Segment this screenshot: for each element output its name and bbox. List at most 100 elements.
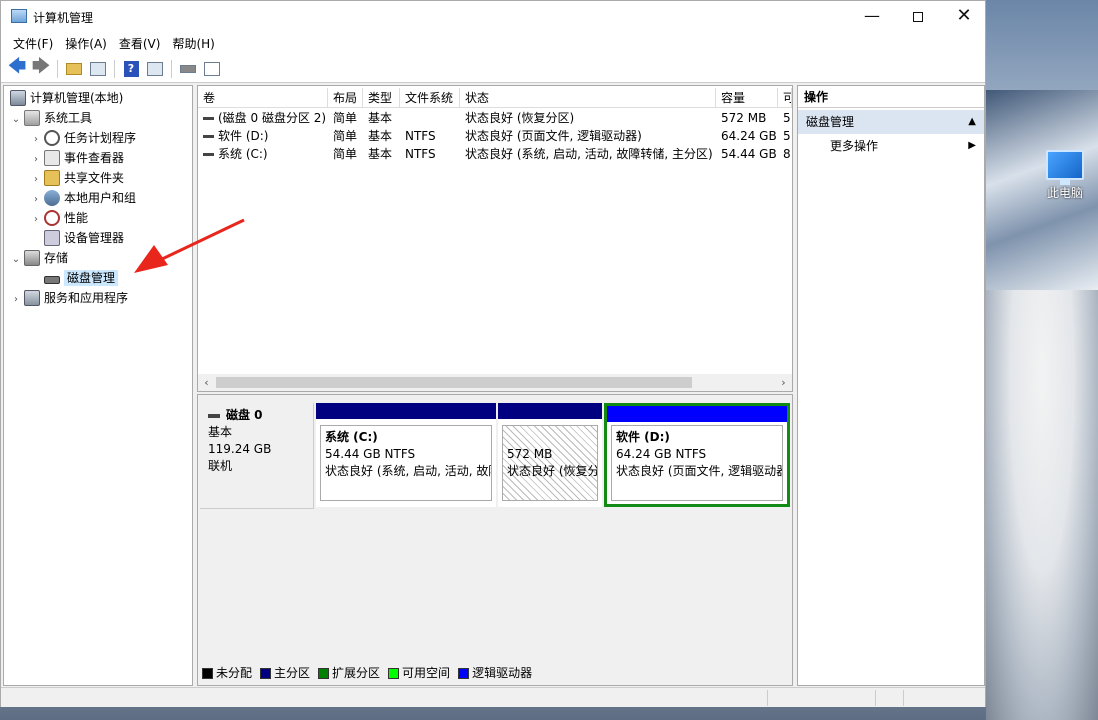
legend-swatch [318,667,330,679]
tree-item-local-users[interactable]: › 本地用户和组 [30,188,136,208]
back-button[interactable]: 🡄 [7,56,27,79]
cell-capacity: 64.24 GB [721,129,777,143]
toolbar: 🡄 🡆 ? [1,55,985,83]
cell-free: 5 [783,111,791,125]
console-tree-icon [90,61,106,76]
menu-action[interactable]: 操作(A) [59,33,113,55]
desktop-icon-label: 此电脑 [1046,186,1083,200]
tree-item-root[interactable]: 计算机管理(本地) [8,88,123,108]
column-header-free[interactable]: 可 [778,88,792,108]
folder-up-icon [66,62,82,75]
legend-swatch [458,667,470,679]
disk-0-label[interactable]: 磁盘 0 基本 119.24 GB 联机 [200,403,314,509]
show-hide-action-pane-button[interactable] [145,59,165,79]
horizontal-scrollbar[interactable]: ‹ › [198,374,792,391]
chevron-down-icon[interactable]: ⌄ [10,110,22,130]
menu-bar: 文件(F) 操作(A) 查看(V) 帮助(H) [1,33,985,55]
actions-header: 操作 [798,86,984,108]
chevron-right-icon[interactable]: › [30,170,42,190]
help-button[interactable]: ? [121,59,141,79]
menu-file[interactable]: 文件(F) [7,33,59,55]
cell-status: 状态良好 (系统, 启动, 活动, 故障转储, 主分区) [465,147,713,161]
partition-recovery[interactable]: 572 MB 状态良好 (恢复分区) [498,403,602,507]
table-row[interactable]: 软件 (D:) 简单 基本 NTFS 状态良好 (页面文件, 逻辑驱动器) 64… [198,127,792,145]
disk-icon [44,275,60,284]
column-header-type[interactable]: 类型 [363,88,400,108]
computer-icon [10,89,26,106]
partition-system-c[interactable]: 系统 (C:) 54.44 GB NTFS 状态良好 (系统, 启动, 活动, … [316,403,496,507]
table-row[interactable]: 系统 (C:) 简单 基本 NTFS 状态良好 (系统, 启动, 活动, 故障转… [198,145,792,163]
chevron-right-icon[interactable]: › [30,190,42,210]
column-header-status[interactable]: 状态 [460,88,716,108]
chevron-right-icon[interactable]: › [30,150,42,170]
cell-status: 状态良好 (页面文件, 逻辑驱动器) [465,129,642,143]
tree-item-services[interactable]: › 服务和应用程序 [10,288,128,308]
tree-item-shared-folders[interactable]: › 共享文件夹 [30,168,124,188]
annotation-arrow-icon [134,218,245,273]
partition-name [507,429,593,446]
properties-button[interactable] [202,59,222,79]
column-header-layout[interactable]: 布局 [328,88,363,108]
scroll-left-icon[interactable]: ‹ [198,374,215,391]
toolbar-separator [114,59,115,78]
scrollbar-thumb[interactable] [216,377,692,388]
more-actions-item[interactable]: 更多操作 ▶ [798,134,984,158]
cell-free: 5 [783,129,791,143]
tree-item-event-viewer[interactable]: › 事件查看器 [30,148,124,168]
volume-icon [203,135,214,138]
volume-icon [203,117,214,120]
up-folder-button[interactable] [64,59,84,79]
legend-item: 可用空间 [388,664,450,681]
tree-item-device-manager[interactable]: 设备管理器 [42,228,124,248]
chevron-right-icon[interactable]: › [10,290,22,310]
menu-help[interactable]: 帮助(H) [166,33,220,55]
forward-button[interactable]: 🡆 [31,56,51,79]
volume-list-header: 卷 布局 类型 文件系统 状态 容量 可 [198,88,792,108]
legend-swatch [260,667,272,679]
menu-view[interactable]: 查看(V) [113,33,167,55]
desktop-wallpaper-clouds [986,290,1098,720]
cell-volume: 系统 (C:) [198,145,328,163]
computer-management-window: 计算机管理 — ✕ 文件(F) 操作(A) 查看(V) 帮助(H) 🡄 🡆 ? … [0,0,986,707]
cell-filesystem: NTFS [405,147,436,161]
column-header-volume[interactable]: 卷 [198,88,328,108]
toolbar-separator [171,59,172,78]
cell-volume: 软件 (D:) [198,127,328,145]
table-row[interactable]: (磁盘 0 磁盘分区 2) 简单 基本 状态良好 (恢复分区) 572 MB 5 [198,109,792,127]
maximize-button[interactable] [895,1,941,33]
chevron-right-icon[interactable]: › [30,210,42,230]
show-hide-tree-button[interactable] [88,59,108,79]
cell-capacity: 572 MB [721,111,767,125]
tree-item-storage[interactable]: ⌄ 存储 [10,248,68,268]
tree-item-system-tools[interactable]: ⌄ 系统工具 [10,108,92,128]
collapse-up-icon[interactable]: ▲ [968,110,976,134]
partition-software-d[interactable]: 软件 (D:) 64.24 GB NTFS 状态良好 (页面文件, 逻辑驱动器) [604,403,790,507]
chevron-right-icon[interactable]: › [30,130,42,150]
properties-icon [204,61,220,76]
submenu-arrow-icon: ▶ [968,140,976,151]
actions-section-disk-management[interactable]: 磁盘管理 ▲ [798,110,984,134]
status-bar-divider [875,690,876,706]
legend-item: 逻辑驱动器 [458,664,532,681]
desktop-icon-this-pc[interactable]: 此电脑 [1040,150,1090,201]
storage-icon [24,249,40,266]
minimize-button[interactable]: — [849,1,895,33]
cell-capacity: 54.44 GB [721,147,777,161]
tree-item-task-scheduler[interactable]: › 任务计划程序 [30,128,136,148]
disk-graphical-view: 磁盘 0 基本 119.24 GB 联机 系统 (C:) 54.44 GB NT… [197,394,793,686]
partition-status: 状态良好 (系统, 启动, 活动, 故障转储, 主分区) [325,464,491,478]
chevron-down-icon[interactable]: ⌄ [10,250,22,270]
tree-item-disk-management[interactable]: 磁盘管理 [42,268,119,288]
annotation-arrow-shaft [159,218,245,262]
disk-settings-button[interactable] [178,59,198,79]
services-icon [24,289,40,306]
event-viewer-icon [44,149,60,166]
scroll-right-icon[interactable]: › [775,374,792,391]
toolbar-separator [57,59,58,78]
column-header-filesystem[interactable]: 文件系统 [400,88,460,108]
disk-name: 磁盘 0 [226,408,263,422]
actions-pane: 操作 磁盘管理 ▲ 更多操作 ▶ [797,85,985,686]
tree-item-performance[interactable]: › 性能 [30,208,88,228]
column-header-capacity[interactable]: 容量 [716,88,778,108]
close-button[interactable]: ✕ [941,1,987,33]
